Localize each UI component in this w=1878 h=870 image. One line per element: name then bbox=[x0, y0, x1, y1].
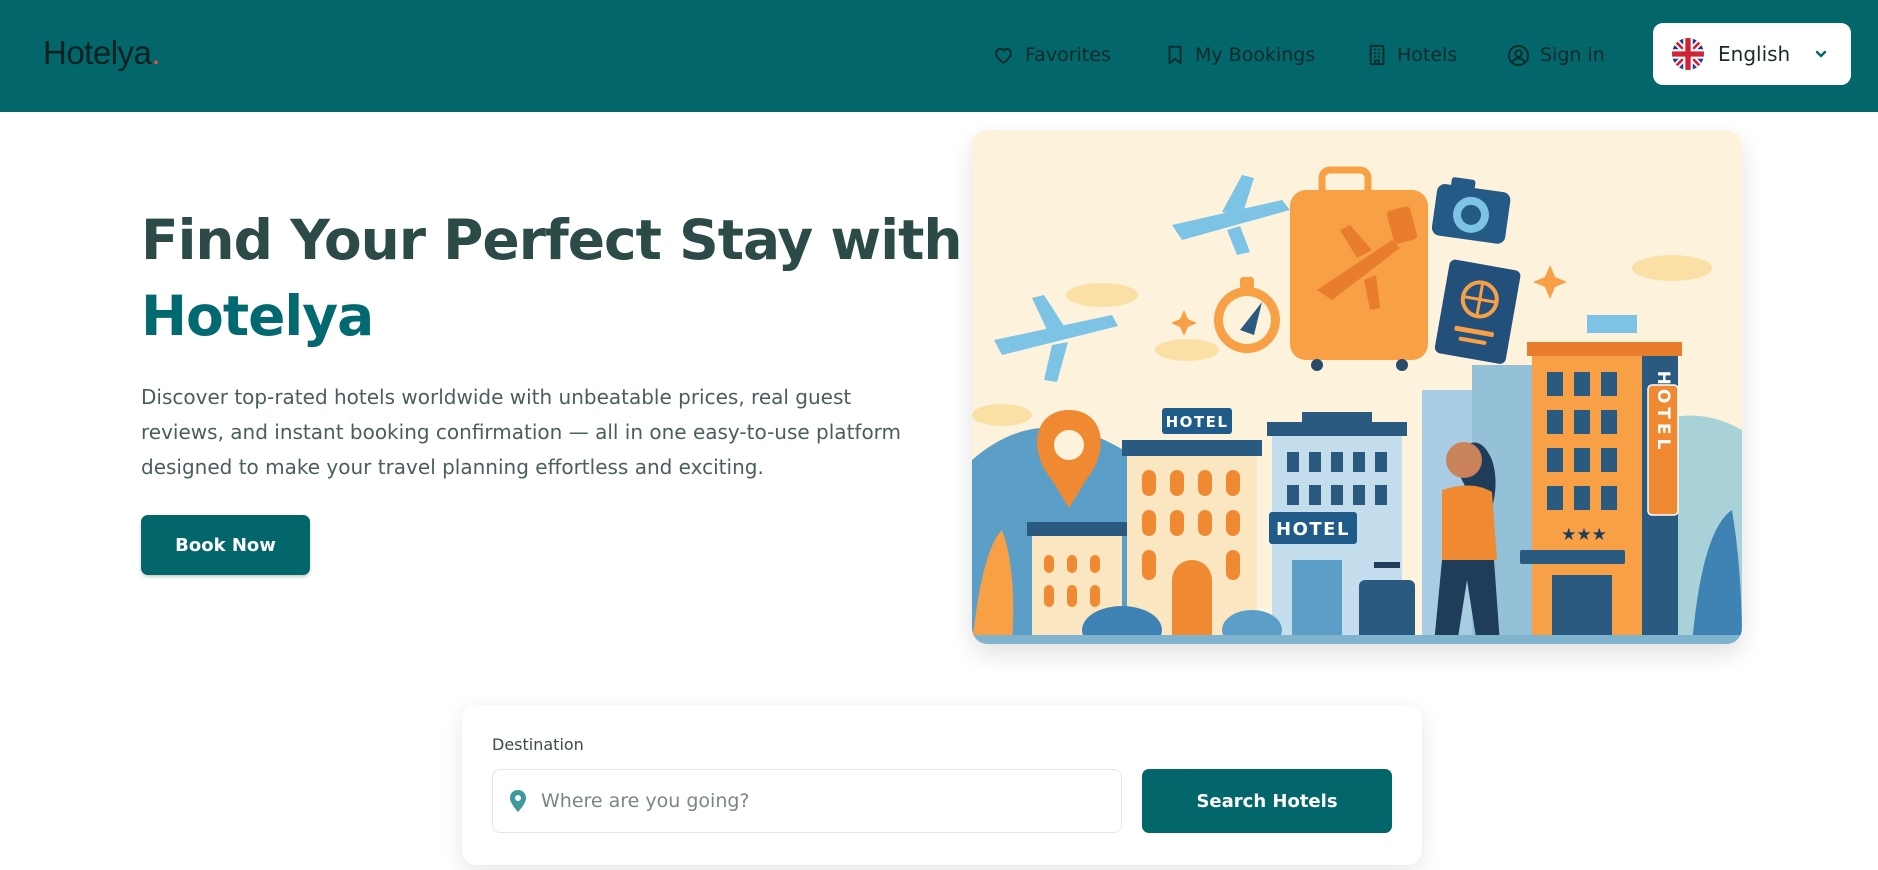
logo[interactable]: Hotelya. bbox=[43, 34, 161, 72]
destination-field[interactable] bbox=[492, 769, 1122, 833]
user-circle-icon bbox=[1507, 44, 1530, 66]
hero-title-brand: Hotelya bbox=[141, 284, 374, 348]
suitcase-icon bbox=[1290, 166, 1428, 371]
search-card: Destination Search Hotels bbox=[462, 705, 1422, 865]
map-pin-icon bbox=[510, 790, 526, 812]
hero-title: Find Your Perfect Stay with Hotelya bbox=[141, 202, 963, 354]
hero-description: Discover top-rated hotels worldwide with… bbox=[141, 385, 902, 479]
nav-sign-in[interactable]: Sign in bbox=[1507, 40, 1605, 70]
top-navbar: Hotelya. Favorites My Bookings Hotels Si… bbox=[0, 0, 1878, 112]
language-selector[interactable]: English bbox=[1653, 23, 1851, 85]
language-label: English bbox=[1718, 42, 1791, 66]
logo-dot: . bbox=[151, 34, 161, 71]
hotel-sign-top: HOTEL bbox=[1166, 413, 1229, 431]
hotel-stars: ★★★ bbox=[1561, 525, 1607, 545]
uk-flag-icon bbox=[1672, 38, 1704, 70]
nav-favorites-label: Favorites bbox=[1025, 44, 1111, 66]
nav-hotels-label: Hotels bbox=[1397, 44, 1458, 66]
destination-label: Destination bbox=[492, 735, 584, 754]
hotel-sign-middle: HOTEL bbox=[1276, 519, 1350, 540]
nav-my-bookings-label: My Bookings bbox=[1195, 44, 1316, 66]
search-hotels-button[interactable]: Search Hotels bbox=[1142, 769, 1392, 833]
nav-hotels[interactable]: Hotels bbox=[1367, 40, 1457, 70]
hero-illustration: HOTEL HOTEL ★★★ HOTEL bbox=[972, 130, 1742, 644]
hero-title-line1: Find Your Perfect Stay with bbox=[141, 208, 963, 272]
nav-favorites[interactable]: Favorites bbox=[992, 40, 1111, 70]
destination-input[interactable] bbox=[541, 790, 1101, 812]
heart-icon bbox=[995, 48, 1012, 64]
chevron-down-icon bbox=[1815, 50, 1827, 58]
building-icon bbox=[1369, 44, 1385, 66]
nav-my-bookings[interactable]: My Bookings bbox=[1165, 40, 1315, 70]
nav-sign-in-label: Sign in bbox=[1540, 44, 1605, 66]
logo-text: Hotelya bbox=[43, 34, 152, 71]
hotel-sign-vertical: HOTEL bbox=[1653, 371, 1673, 454]
book-now-button[interactable]: Book Now bbox=[141, 515, 310, 575]
bookmark-icon bbox=[1168, 45, 1182, 65]
